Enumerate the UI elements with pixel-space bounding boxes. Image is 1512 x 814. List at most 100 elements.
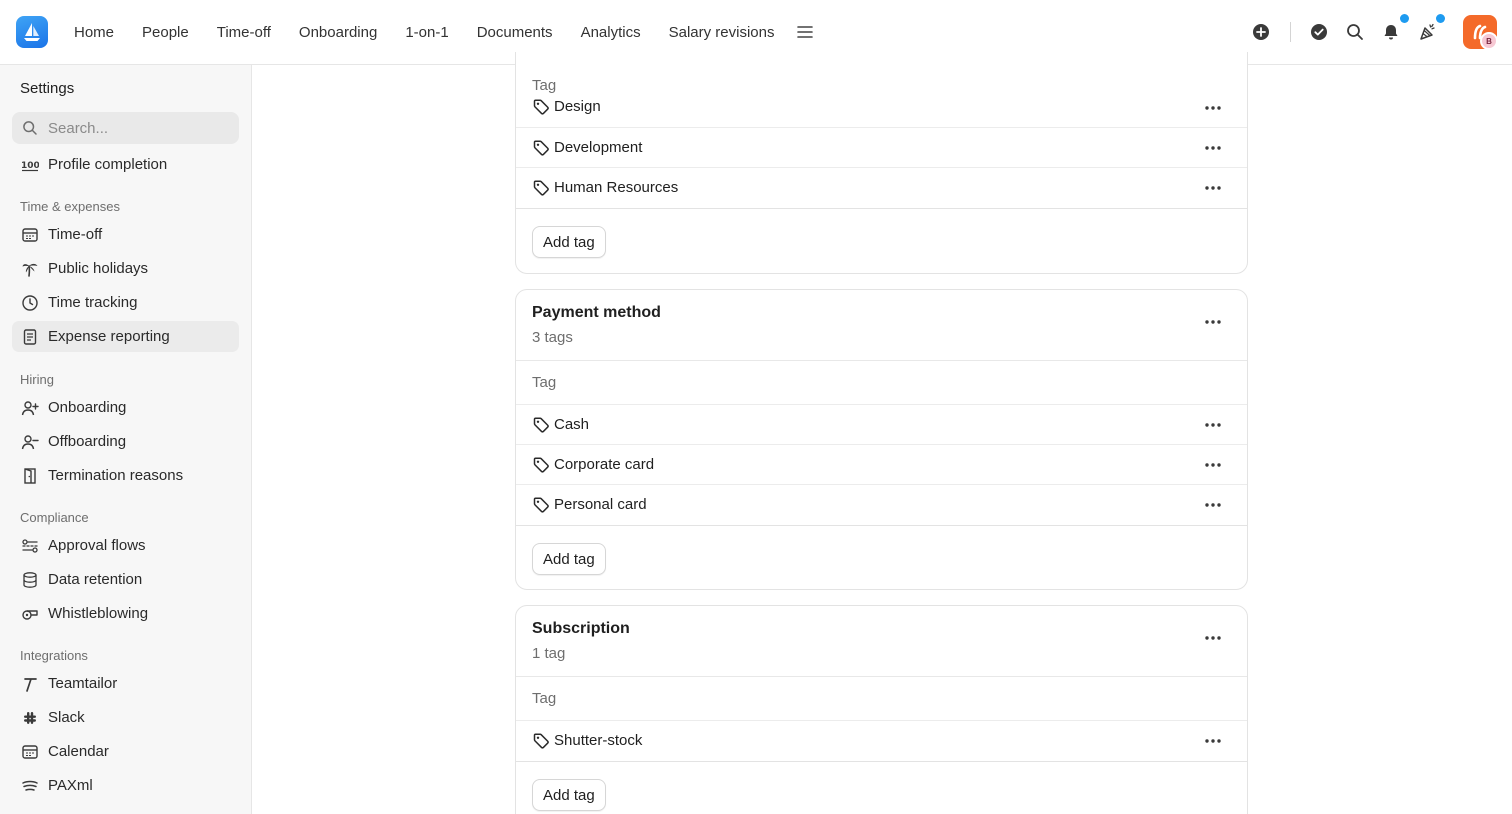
nav-documents[interactable]: Documents [463,24,567,41]
tag-icon [532,456,550,474]
sidebar-item-offboarding[interactable]: Offboarding [12,426,239,457]
tag-name: Design [554,98,601,115]
sidebar-item-label: Approval flows [48,537,146,554]
tag-name: Cash [554,416,590,433]
tag-more-options-icon[interactable] [1203,138,1223,158]
calendar-icon [21,743,39,761]
card-header: Subscription 1 tag [516,606,1247,677]
more-menu-icon[interactable] [794,21,816,43]
tag-icon [532,98,550,116]
sidebar-item-label: Profile completion [48,156,168,173]
tag-group-card: Tag Design Development Human Resources A… [515,52,1248,274]
tag-more-options-icon[interactable] [1203,98,1223,118]
sidebar-search[interactable] [12,112,239,144]
tag-name: Human Resources [554,179,679,196]
sidebar-item-expense-reporting[interactable]: Expense reporting [12,321,239,352]
sidebar-item-label: Time-off [48,226,103,243]
tag-name: Shutter-stock [554,732,643,749]
tag-more-options-icon[interactable] [1203,731,1223,751]
celebration-dot [1436,14,1445,23]
group-more-options-icon[interactable] [1203,312,1223,332]
sidebar-item-whistleblowing[interactable]: Whistleblowing [12,598,239,629]
tag-more-options-icon[interactable] [1203,415,1223,435]
sidebar-search-input[interactable] [48,119,228,137]
sidebar-item-label: Calendar [48,743,109,760]
search-icon[interactable] [1343,20,1367,44]
settings-sidebar: Settings 100 Profile completion Time & e… [0,65,252,814]
calendar-icon [21,226,39,244]
sidebar-item-label: PAXml [48,777,93,794]
receipt-icon [21,328,39,346]
add-tag-button[interactable]: Add tag [532,226,606,258]
tag-row: Corporate card [516,444,1247,485]
tag-row: Cash [516,404,1247,445]
celebration-icon[interactable] [1416,20,1440,44]
card-title: Payment method [532,304,661,321]
sidebar-item-onboarding[interactable]: Onboarding [12,392,239,423]
add-tag-button[interactable]: Add tag [532,779,606,811]
search-icon [23,121,37,135]
sidebar-item-data-retention[interactable]: Data retention [12,564,239,595]
sidebar-item-paxml[interactable]: PAXml [12,770,239,801]
card-tag-count: 1 tag [532,645,566,662]
sidebar-item-time-tracking[interactable]: Time tracking [12,287,239,318]
tag-row: Human Resources [516,167,1247,208]
add-circle-icon[interactable] [1249,20,1273,44]
sidebar-item-label: Slack [48,709,85,726]
sidebar-item-slack[interactable]: Slack [12,702,239,733]
tag-name: Development [554,139,643,156]
group-more-options-icon[interactable] [1203,628,1223,648]
sidebar-item-label: Time tracking [48,294,138,311]
nav-one-on-one[interactable]: 1-on-1 [391,24,462,41]
teamtailor-icon [21,675,39,693]
avatar-initial-badge: B [1480,32,1498,50]
section-hiring: Hiring [20,372,54,387]
sidebar-item-label: Expense reporting [48,328,170,345]
card-tag-count: 3 tags [532,329,573,346]
sidebar-item-teamtailor[interactable]: Teamtailor [12,668,239,699]
sidebar-item-time-off[interactable]: Time-off [12,219,239,250]
svg-text:100: 100 [21,161,39,171]
sidebar-item-label: Offboarding [48,433,127,450]
door-icon [21,467,39,485]
tag-group-card-payment-method: Payment method 3 tags Tag Cash Corporate… [515,289,1248,590]
nav-time-off[interactable]: Time-off [203,24,285,41]
card-footer: Add tag [516,208,1247,273]
sidebar-item-public-holidays[interactable]: Public holidays [12,253,239,284]
sidebar-item-profile-completion[interactable]: 100 Profile completion [12,149,239,180]
tag-more-options-icon[interactable] [1203,178,1223,198]
sidebar-item-label: Public holidays [48,260,149,277]
tag-more-options-icon[interactable] [1203,495,1223,515]
sidebar-item-approval-flows[interactable]: Approval flows [12,530,239,561]
tag-icon [532,496,550,514]
nav-onboarding[interactable]: Onboarding [285,24,391,41]
column-header-tag: Tag [532,374,557,391]
app-logo[interactable] [16,16,48,48]
sidebar-item-label: Onboarding [48,399,127,416]
add-tag-button[interactable]: Add tag [532,543,606,575]
tasks-check-icon[interactable] [1307,20,1331,44]
sidebar-title: Settings [20,80,75,97]
tag-group-card-subscription: Subscription 1 tag Tag Shutter-stock Add… [515,605,1248,814]
nav-salary-revisions[interactable]: Salary revisions [655,24,789,41]
tag-icon [532,416,550,434]
nav-analytics[interactable]: Analytics [567,24,655,41]
tag-more-options-icon[interactable] [1203,455,1223,475]
notification-dot [1400,14,1409,23]
card-title: Subscription [532,620,630,637]
palm-tree-icon [21,260,39,278]
tag-name: Corporate card [554,456,655,473]
nav-home[interactable]: Home [60,24,128,41]
sidebar-item-termination-reasons[interactable]: Termination reasons [12,460,239,491]
slack-icon [21,709,39,727]
database-icon [21,571,39,589]
flow-toggle-icon [21,537,39,555]
nav-people[interactable]: People [128,24,203,41]
sidebar-item-calendar[interactable]: Calendar [12,736,239,767]
hundred-icon: 100 [21,156,39,174]
card-footer: Add tag [516,525,1247,589]
tag-icon [532,732,550,750]
notifications-bell-icon[interactable] [1379,20,1403,44]
whistle-icon [21,605,39,623]
user-remove-icon [21,433,39,451]
